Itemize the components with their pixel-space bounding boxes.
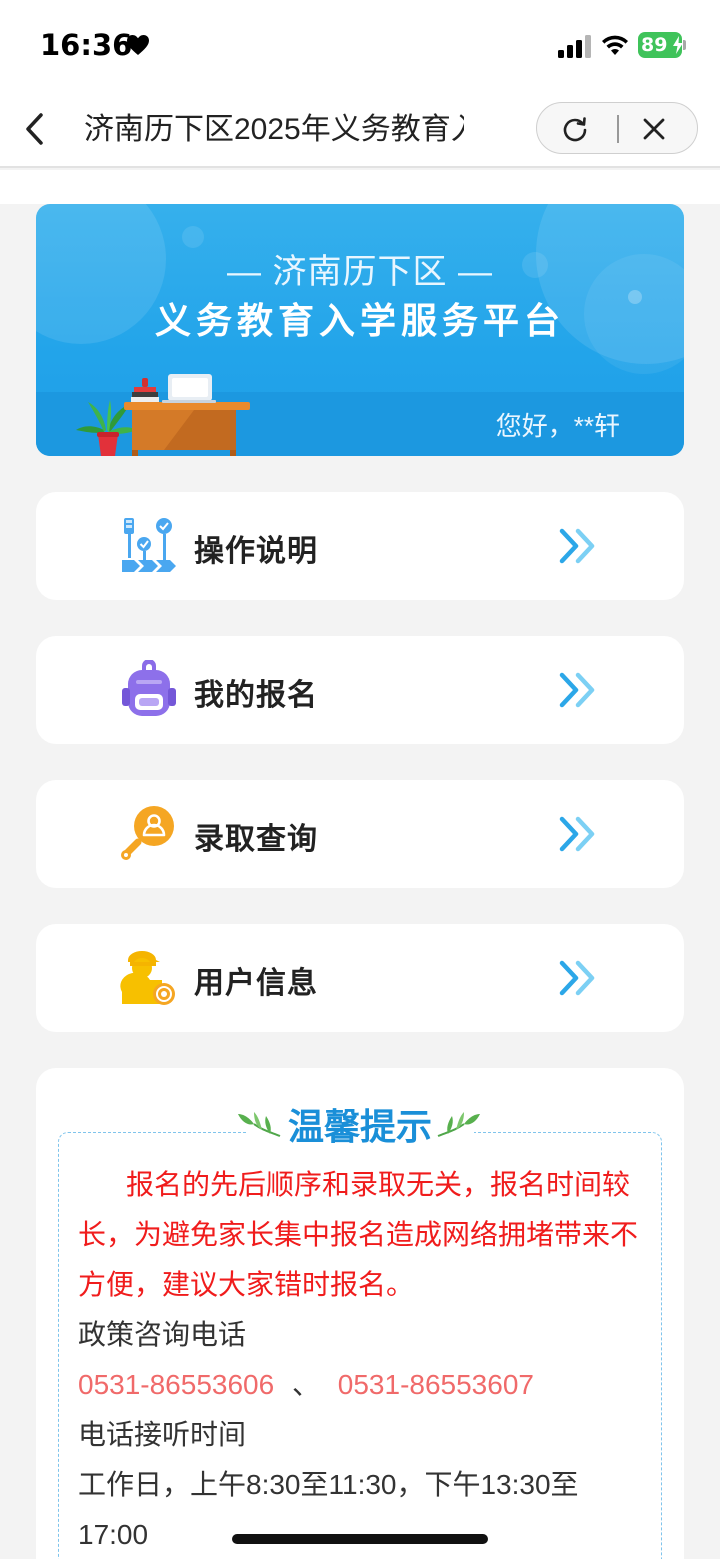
tips-title: 温馨提示 — [287, 1106, 432, 1147]
menu-item-label: 操作说明 — [194, 535, 318, 568]
home-indicator — [232, 1534, 488, 1544]
tips-notice: 报名的先后顺序和录取无关，报名时间较长，为避免家长集中报名造成网络拥堵带来不方便… — [78, 1169, 639, 1300]
chevron-right-icon — [559, 816, 595, 852]
chevron-right-icon — [559, 672, 595, 708]
banner-title: 义务教育入学服务平台 — [154, 300, 565, 341]
top-strip — [0, 170, 720, 204]
greeting-text: 您好，**轩 — [495, 411, 620, 441]
hours-text: 工作日，上午8:30至11:30，下午13:30至17:00 — [78, 1469, 579, 1550]
banner-subtitle: — 济南历下区 — — [227, 253, 493, 291]
close-icon[interactable] — [641, 116, 667, 142]
chevron-right-icon — [559, 960, 595, 996]
phone-link-2[interactable]: 0531-86553607 — [338, 1369, 534, 1400]
user-settings-icon — [120, 951, 175, 1005]
menu-item-label: 我的报名 — [194, 679, 318, 712]
page-title: 济南历下区2025年义务教育入学服务平台 — [84, 113, 464, 146]
menu-item-label: 用户信息 — [194, 967, 318, 1000]
hours-label: 电话接听时间 — [78, 1419, 247, 1450]
desk-illustration — [76, 374, 250, 456]
refresh-icon[interactable] — [561, 115, 589, 143]
status-bar: 16:36 89 — [0, 0, 720, 92]
menu-item-my-registration[interactable]: 我的报名 — [36, 636, 684, 744]
menu-item-admission-query[interactable]: 录取查询 — [36, 780, 684, 888]
search-user-icon — [121, 806, 174, 860]
phone-link-1[interactable]: 0531-86553606 — [78, 1369, 274, 1400]
chevron-right-icon — [559, 528, 595, 564]
tips-content: 报名的先后顺序和录取无关，报名时间较长，为避免家长集中报名造成网络拥堵带来不方便… — [78, 1160, 638, 1559]
header-banner: — 济南历下区 — 义务教育入学服务平台 您好，**轩 — [36, 204, 684, 456]
backpack-icon — [122, 660, 176, 716]
charging-bolt-icon — [673, 36, 683, 54]
wifi-icon — [602, 35, 628, 55]
battery-level: 89 — [641, 34, 668, 56]
back-icon[interactable] — [22, 111, 46, 147]
nav-bar: 济南历下区2025年义务教育入学服务平台 — [0, 92, 720, 168]
tips-card: 温馨提示 报名的先后顺序和录取无关，报名时间较长，为避免家长集中报名造成网络拥堵… — [36, 1068, 684, 1559]
mini-program-capsule — [536, 102, 698, 154]
guide-icon — [122, 518, 176, 572]
phone-label: 政策咨询电话 — [78, 1319, 247, 1350]
leaf-icon — [437, 1112, 480, 1137]
phone-numbers: 0531-86553606 、 0531-86553607 — [78, 1360, 638, 1410]
heart-icon — [127, 35, 149, 55]
status-time: 16:36 — [40, 28, 133, 62]
capsule-divider — [617, 115, 619, 143]
menu-item-label: 录取查询 — [194, 823, 318, 856]
phone-separator: 、 — [291, 1369, 320, 1400]
menu-item-guide[interactable]: 操作说明 — [36, 492, 684, 600]
menu-item-user-info[interactable]: 用户信息 — [36, 924, 684, 1032]
signal-icon — [558, 35, 591, 58]
